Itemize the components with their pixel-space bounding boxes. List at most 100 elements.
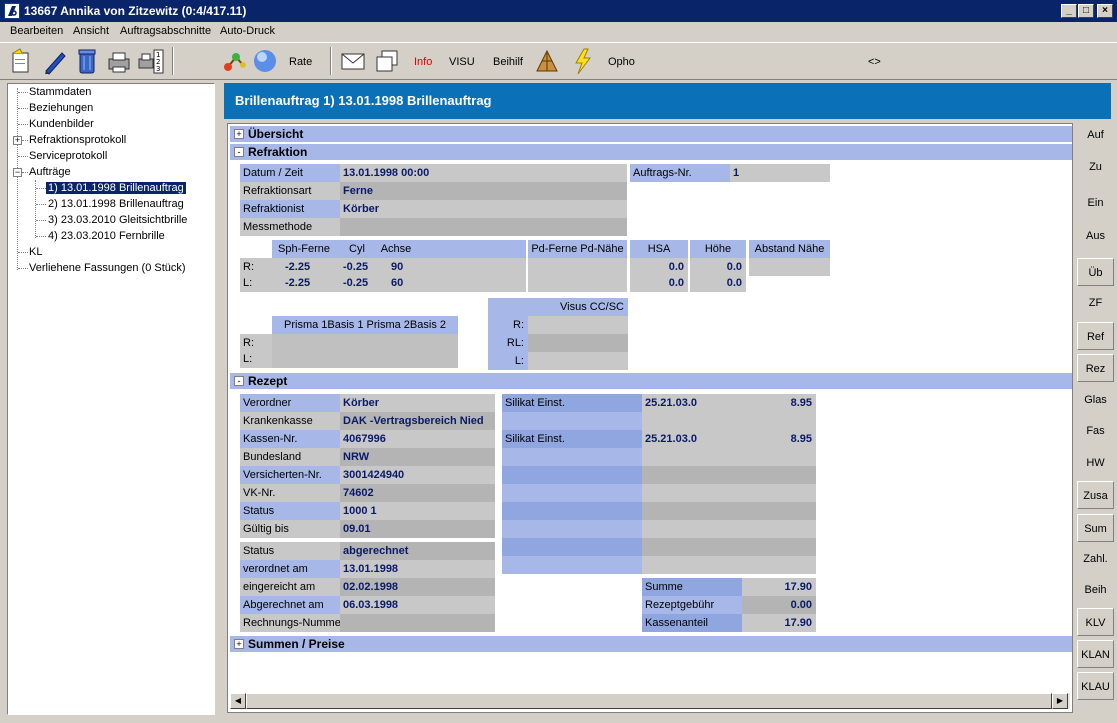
item-empty-code[interactable]: [642, 502, 816, 520]
nav-beih[interactable]: Beih: [1077, 576, 1114, 604]
info-button[interactable]: Info: [414, 56, 432, 68]
item-2-code[interactable]: [642, 412, 816, 430]
refraktionist-value[interactable]: Körber: [340, 200, 627, 218]
maximize-button[interactable]: □: [1078, 4, 1094, 18]
visus-r-value[interactable]: [528, 316, 628, 334]
collapse-icon[interactable]: -: [234, 147, 244, 157]
window-stack-icon[interactable]: [374, 47, 400, 75]
nav-auf[interactable]: Auf: [1077, 121, 1114, 149]
nav-klau[interactable]: KLAU: [1077, 672, 1114, 700]
menu-ansicht[interactable]: Ansicht: [73, 25, 109, 37]
tree-item-kundenbilder[interactable]: Kundenbilder: [29, 116, 94, 132]
l-cyl-value[interactable]: -0.25: [340, 274, 380, 292]
expand-icon[interactable]: +: [13, 136, 22, 145]
section-uebersicht[interactable]: + Übersicht: [230, 126, 1072, 142]
eingereicht-am-value[interactable]: 02.02.1998: [340, 578, 495, 596]
abstand-naehe-value[interactable]: [749, 258, 830, 276]
tree-item-auftrag-3[interactable]: 3) 23.03.2010 Gleitsichtbrille: [48, 212, 187, 228]
tree-item-stammdaten[interactable]: Stammdaten: [29, 84, 91, 100]
item-1-name[interactable]: Silikat Einst.: [502, 394, 642, 412]
collapse-icon[interactable]: −: [13, 168, 22, 177]
instrument-icon[interactable]: [534, 47, 560, 75]
visus-rl-value[interactable]: [528, 334, 628, 352]
pd-values[interactable]: [528, 258, 627, 292]
item-empty-name[interactable]: [502, 448, 642, 466]
nav-fas[interactable]: Fas: [1077, 417, 1114, 445]
nav-glas[interactable]: Glas: [1077, 386, 1114, 414]
vk-nr-value[interactable]: 74602: [340, 484, 495, 502]
nav-zu[interactable]: Zu: [1077, 153, 1114, 181]
l-sph-value[interactable]: -2.25: [282, 274, 322, 292]
nav-zahl[interactable]: Zahl.: [1077, 545, 1114, 573]
scroll-left-icon[interactable]: ◀: [230, 693, 246, 709]
refraktionsart-value[interactable]: Ferne: [340, 182, 627, 200]
tree-item-verliehene-fassungen[interactable]: Verliehene Fassungen (0 Stück): [29, 260, 186, 276]
menu-bearbeiten[interactable]: Bearbeiten: [10, 25, 63, 37]
nav-ref[interactable]: Ref: [1077, 322, 1114, 350]
toggle-arrows-button[interactable]: <>: [868, 56, 881, 68]
l-hsa-value[interactable]: 0.0: [630, 274, 688, 292]
tree-item-auftrag-2[interactable]: 2) 13.01.1998 Brillenauftrag: [48, 196, 184, 212]
tree-item-auftrag-1[interactable]: 1) 13.01.1998 Brillenauftrag: [46, 180, 186, 196]
abrechnung-status-value[interactable]: abgerechnet: [340, 542, 495, 560]
item-empty-name[interactable]: [502, 556, 642, 574]
item-empty-name[interactable]: [502, 520, 642, 538]
visus-l-value[interactable]: [528, 352, 628, 370]
krankenkasse-value[interactable]: DAK -Vertragsbereich Nied: [340, 412, 495, 430]
prisma-values[interactable]: [272, 334, 458, 368]
l-achse-value[interactable]: 60: [388, 274, 418, 292]
item-empty-code[interactable]: [642, 520, 816, 538]
scroll-right-icon[interactable]: ▶: [1052, 693, 1068, 709]
auftrags-nr-value[interactable]: 1: [730, 164, 830, 182]
tree-item-auftrag-4[interactable]: 4) 23.03.2010 Fernbrille: [48, 228, 165, 244]
item-empty-name[interactable]: [502, 538, 642, 556]
item-3-price[interactable]: 8.95: [748, 430, 816, 448]
item-2-name[interactable]: [502, 412, 642, 430]
item-empty-name[interactable]: [502, 484, 642, 502]
gueltig-bis-value[interactable]: 09.01: [340, 520, 495, 538]
close-button[interactable]: ×: [1097, 4, 1113, 18]
visu-button[interactable]: VISU: [449, 56, 475, 68]
tree-item-auftraege[interactable]: Aufträge: [29, 164, 71, 180]
item-empty-code[interactable]: [642, 484, 816, 502]
tree-item-refraktionsprotokoll[interactable]: Refraktionsprotokoll: [29, 132, 126, 148]
collapse-icon[interactable]: -: [234, 376, 244, 386]
trash-icon[interactable]: [74, 47, 100, 75]
nav-klv[interactable]: KLV: [1077, 608, 1114, 636]
verordnet-am-value[interactable]: 13.01.1998: [340, 560, 495, 578]
beihilf-button[interactable]: Beihilf: [493, 56, 523, 68]
nav-klan[interactable]: KLAN: [1077, 640, 1114, 668]
minimize-button[interactable]: _: [1061, 4, 1077, 18]
scroll-thumb[interactable]: [246, 693, 1052, 709]
status-value[interactable]: 1000 1: [340, 502, 495, 520]
nav-aus[interactable]: Aus: [1077, 222, 1114, 250]
nav-zf[interactable]: ZF: [1077, 289, 1114, 317]
abgerechnet-am-value[interactable]: 06.03.1998: [340, 596, 495, 614]
lightning-icon[interactable]: [570, 47, 596, 75]
item-empty-code[interactable]: [642, 448, 816, 466]
rechnungs-nummer-value[interactable]: [340, 614, 495, 632]
nav-uebersicht[interactable]: Üb: [1077, 258, 1114, 286]
bundesland-value[interactable]: NRW: [340, 448, 495, 466]
section-summen-preise[interactable]: + Summen / Preise: [230, 636, 1072, 652]
messmethode-value[interactable]: [340, 218, 627, 236]
menu-auto-druck[interactable]: Auto-Druck: [220, 25, 275, 37]
menu-auftragsabschnitte[interactable]: Auftragsabschnitte: [120, 25, 211, 37]
item-empty-code[interactable]: [642, 556, 816, 574]
horizontal-scrollbar[interactable]: ◀ ▶: [230, 693, 1070, 709]
nav-sum[interactable]: Sum: [1077, 514, 1114, 542]
datum-value[interactable]: 13.01.1998 00:00: [340, 164, 627, 182]
globe-icon[interactable]: [252, 47, 278, 75]
item-empty-code[interactable]: [642, 466, 816, 484]
item-empty-name[interactable]: [502, 502, 642, 520]
item-empty-name[interactable]: [502, 466, 642, 484]
nav-hw[interactable]: HW: [1077, 449, 1114, 477]
print-icon[interactable]: [106, 47, 132, 75]
expand-icon[interactable]: +: [234, 129, 244, 139]
edit-pen-icon[interactable]: [42, 47, 68, 75]
versicherten-nr-value[interactable]: 3001424940: [340, 466, 495, 484]
section-refraktion[interactable]: - Refraktion: [230, 144, 1072, 160]
opho-button[interactable]: Opho: [608, 56, 635, 68]
print-numbered-icon[interactable]: 123: [138, 47, 164, 75]
mail-icon[interactable]: [340, 47, 366, 75]
